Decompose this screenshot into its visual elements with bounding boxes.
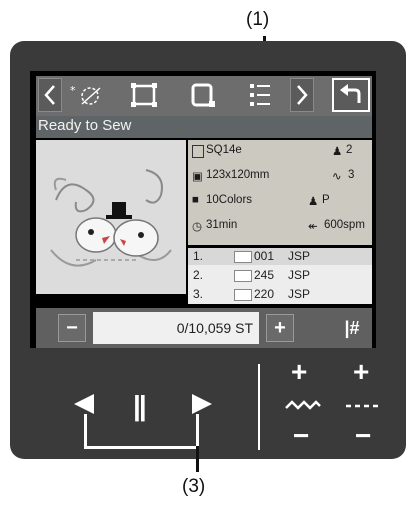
zigzag-icon [284,398,322,419]
start-stop-button[interactable]: || [133,390,147,422]
thread-color-swatch [234,251,252,263]
design-info-panel: SQ14e ♟ 2 ▣ 123x120mm ∿ 3 ■ 10Colors ♟ P… [188,140,372,245]
stitch-value: 3 [348,169,355,181]
colors-icon: ■ [192,194,199,206]
design-preview [36,140,186,294]
design-name-icon [192,145,204,158]
callout-label-3: (3) [182,476,206,497]
thread-brand: JSP [288,287,311,301]
thread-number: 2. [193,268,204,282]
forward-arrow-button[interactable] [188,392,214,421]
mode-value: P [322,194,330,206]
right-arrow-icon [192,394,212,414]
embroidery-design-image [50,169,172,267]
hoop-count-icon: ♟ [332,146,343,158]
thread-color-swatch [234,289,252,301]
thread-row[interactable]: 1. 001 JSP [188,248,372,265]
return-icon [340,84,361,103]
left-arrow-icon [74,394,94,414]
dash-plus-button[interactable]: + [353,356,369,388]
design-name: SQ14e [206,144,242,156]
sewing-time: 31min [206,219,238,231]
color-count: 10Colors [206,194,253,206]
callout-label-1: (1) [246,9,270,30]
thread-code: 220 [254,287,275,301]
status-text: Ready to Sew [36,116,372,138]
thread-code: 001 [254,249,275,263]
list-button[interactable] [240,78,280,112]
tension-button[interactable]: * [66,78,110,112]
thread-number: 1. [193,249,204,263]
thread-code: 245 [254,268,275,282]
thread-brand: JSP [288,249,311,263]
thread-list: 1. 001 JSP 2. 245 JSP 3. 220 JSP [188,248,372,304]
next-page-icon [297,85,308,105]
control-divider [258,364,260,450]
zigzag-plus-button[interactable]: + [291,356,307,388]
thread-row[interactable]: 2. 245 JSP [188,267,372,284]
stitch-counter: 0/10,059 ST [93,312,259,344]
list-icon [250,84,270,106]
prev-page-button[interactable] [38,78,62,112]
frame-trace-icon [131,83,157,107]
return-button[interactable] [332,78,370,112]
design-size: 123x120mm [206,169,270,181]
stitch-icon: ∿ [332,171,342,183]
thread-brand: JSP [288,268,311,282]
hoop-count: 2 [346,144,353,156]
callout-line-3 [196,446,199,472]
thread-number: 3. [193,287,204,301]
thread-row[interactable]: 3. 220 JSP [188,286,372,303]
size-icon: ▣ [192,171,203,183]
time-icon: ◷ [192,221,203,233]
prev-page-icon [44,85,55,105]
svg-text:*: * [70,84,76,97]
tension-icon: * [70,84,101,105]
callout-bracket-left [84,414,87,448]
stitch-forward-button[interactable]: + [266,314,294,342]
stitch-back-button[interactable]: − [58,314,86,342]
thread-color-swatch [234,270,252,282]
dashed-line-icon [344,398,384,419]
callout-bracket-right [196,414,199,448]
speed-icon: ↞ [308,221,318,233]
mode-icon: ♟ [308,196,319,208]
hoop-icon [191,83,215,107]
dash-minus-button[interactable]: − [355,420,371,452]
jump-stitch-button[interactable]: |# [336,312,368,344]
hoop-button[interactable] [182,78,222,112]
next-page-button[interactable] [290,78,314,112]
sewing-speed: 600spm [324,219,365,231]
callout-bracket-bottom [84,446,199,449]
zigzag-minus-button[interactable]: − [293,420,309,452]
trace-button[interactable] [124,78,164,112]
